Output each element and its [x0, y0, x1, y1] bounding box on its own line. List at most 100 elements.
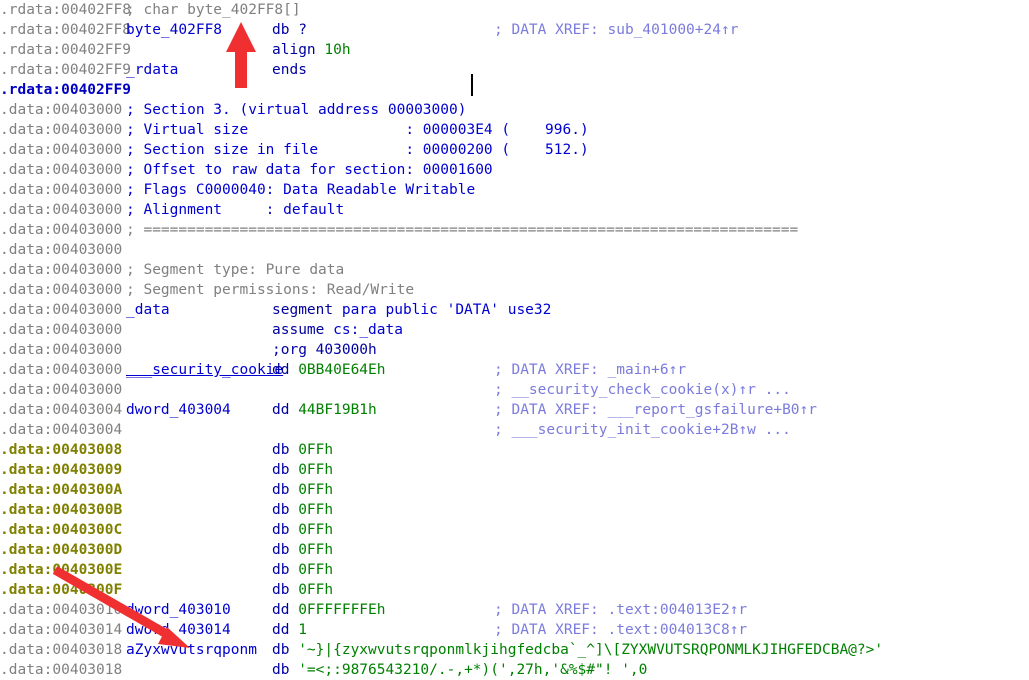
line-operand[interactable]: ?: [298, 22, 307, 38]
line-body: ; Flags C0000040: Data Readable Writable: [126, 180, 475, 200]
line-label[interactable]: ___security_cookie: [126, 360, 283, 380]
disassembly-line[interactable]: .data:0040300F db 0FFh: [0, 580, 1029, 600]
disassembly-line[interactable]: .data:0040300B db 0FFh: [0, 500, 1029, 520]
disassembly-line[interactable]: .data:00403010 dword_403010 dd 0FFFFFFFEh;…: [0, 600, 1029, 620]
disassembly-view[interactable]: .rdata:00402FF8; char byte_402FF8[] .rdat…: [0, 0, 1029, 680]
text-caret: [471, 74, 473, 96]
disassembly-line[interactable]: .data:00403004 ; ___security_init_cookie+…: [0, 420, 1029, 440]
disassembly-line[interactable]: .data:00403000 ___security_cookiedd 0BB40…: [0, 360, 1029, 380]
line-body: ; char byte_402FF8[]: [126, 0, 301, 20]
disassembly-line[interactable]: .rdata:00402FF8byte_402FF8 db ? ; DATA XRE…: [0, 20, 1029, 40]
line-operand[interactable]: 1: [298, 622, 307, 638]
line-operand[interactable]: para public 'DATA' use32: [342, 302, 552, 318]
line-xref-comment[interactable]: ; __security_check_cookie(x)↑r ...: [494, 380, 791, 400]
disassembly-line[interactable]: .data:00403000 ; __security_check_cookie(…: [0, 380, 1029, 400]
disassembly-line[interactable]: .data:0040300C db 0FFh: [0, 520, 1029, 540]
line-operand[interactable]: 0FFh: [298, 582, 333, 598]
line-xref-comment[interactable]: ; DATA XREF: sub_401000+24↑r: [494, 20, 738, 40]
line-operand[interactable]: cs:_data: [333, 322, 403, 338]
line-label[interactable]: byte_402FF8: [126, 20, 272, 40]
disassembly-line[interactable]: .rdata:00402FF8; char byte_402FF8[]: [0, 0, 1029, 20]
line-body: db 0FFh: [126, 500, 333, 520]
line-xref-comment[interactable]: ; DATA XREF: ___report_gsfailure+B0↑r: [494, 400, 817, 420]
line-operand[interactable]: 0FFh: [298, 522, 333, 538]
disassembly-line[interactable]: .data:00403018 aZyxwvutsrqponm db '~}|{zyx…: [0, 640, 1029, 660]
disassembly-line[interactable]: .rdata:00402FF9 align 10h: [0, 40, 1029, 60]
disassembly-line[interactable]: .data:00403000: [0, 240, 1029, 260]
line-body: assume cs:_data: [126, 320, 403, 340]
disassembly-line[interactable]: .data:00403000 assume cs:_data: [0, 320, 1029, 340]
disassembly-line[interactable]: .data:00403000; Section size in file : 0…: [0, 140, 1029, 160]
line-comment-text: ; Offset to raw data for section: 000016…: [126, 162, 493, 178]
disassembly-line-list[interactable]: .rdata:00402FF8; char byte_402FF8[] .rdat…: [0, 0, 1029, 680]
line-address: .data:00403000: [0, 242, 123, 258]
line-address: .data:00403004: [0, 402, 123, 418]
disassembly-line[interactable]: .data:00403000; ========================…: [0, 220, 1029, 240]
line-operand[interactable]: 0FFh: [298, 542, 333, 558]
disassembly-line[interactable]: .rdata:00402FF9_rdata ends: [0, 60, 1029, 80]
line-operand[interactable]: 0BB40E64Eh: [298, 362, 385, 378]
disassembly-line[interactable]: .data:0040300D db 0FFh: [0, 540, 1029, 560]
line-comment-text: ; Segment permissions: Read/Write: [126, 282, 415, 298]
line-address: .data:0040300E: [0, 562, 123, 578]
line-body: ;org 403000h: [126, 340, 377, 360]
disassembly-line[interactable]: .data:00403000 _data segment para public '…: [0, 300, 1029, 320]
line-body: dword_403010 dd 0FFFFFFFEh: [126, 600, 386, 620]
line-body: _data segment para public 'DATA' use32: [126, 300, 551, 320]
line-body: ___security_cookiedd 0BB40E64Eh: [126, 360, 386, 380]
line-operand[interactable]: 10h: [324, 42, 350, 58]
disassembly-line[interactable]: .data:00403004 dword_403004 dd 44BF19B1h ; …: [0, 400, 1029, 420]
line-operand[interactable]: 0FFh: [298, 502, 333, 518]
disassembly-line[interactable]: .rdata:00402FF9: [0, 80, 1029, 100]
line-address: .data:0040300C: [0, 522, 123, 538]
line-mnemonic: ;org 403000h: [272, 342, 377, 358]
line-label[interactable]: aZyxwvutsrqponm: [126, 640, 272, 660]
disassembly-line[interactable]: .data:00403014 dword_403014 dd 1 ; DATA XRE…: [0, 620, 1029, 640]
line-address: .data:0040300F: [0, 582, 123, 598]
line-address: .data:00403000: [0, 222, 123, 238]
line-xref-comment[interactable]: ; DATA XREF: .text:004013C8↑r: [494, 620, 747, 640]
line-address: .data:00403000: [0, 102, 123, 118]
line-label[interactable]: dword_403014: [126, 620, 272, 640]
line-address: .rdata:00402FF9: [0, 42, 131, 58]
disassembly-line[interactable]: .data:00403000 ;org 403000h: [0, 340, 1029, 360]
line-operand[interactable]: '=<;:9876543210/.-,+*)(',27h,'&%$#"! ',0: [298, 662, 647, 678]
line-body: ; Section 3. (virtual address 00003000): [126, 100, 466, 120]
disassembly-line[interactable]: .data:00403000; Offset to raw data for s…: [0, 160, 1029, 180]
disassembly-line[interactable]: .data:00403000; Virtual size : 000003E4 …: [0, 120, 1029, 140]
disassembly-line[interactable]: .data:00403000; Section 3. (virtual addr…: [0, 100, 1029, 120]
line-mnemonic: db: [272, 542, 290, 558]
line-label[interactable]: dword_403004: [126, 400, 272, 420]
line-operand[interactable]: 0FFh: [298, 482, 333, 498]
line-operand[interactable]: 0FFh: [298, 562, 333, 578]
line-address: .data:00403010: [0, 602, 123, 618]
line-mnemonic: db: [272, 662, 290, 678]
line-xref-comment[interactable]: ; DATA XREF: .text:004013E2↑r: [494, 600, 747, 620]
line-operand[interactable]: '~}|{zyxwvutsrqponmlkjihgfedcba`_^]\[ZYX…: [298, 642, 883, 658]
line-body: db 0FFh: [126, 440, 333, 460]
line-operand[interactable]: 0FFh: [298, 462, 333, 478]
disassembly-line[interactable]: .data:00403000; Alignment : default: [0, 200, 1029, 220]
disassembly-line[interactable]: .data:00403000; Flags C0000040: Data Rea…: [0, 180, 1029, 200]
line-operand[interactable]: 0FFFFFFFEh: [298, 602, 385, 618]
disassembly-line[interactable]: .data:00403000; Segment type: Pure data: [0, 260, 1029, 280]
line-body: align 10h: [126, 40, 351, 60]
disassembly-line[interactable]: .data:00403009 db 0FFh: [0, 460, 1029, 480]
disassembly-line[interactable]: .data:00403008 db 0FFh: [0, 440, 1029, 460]
line-xref-comment[interactable]: ; DATA XREF: _main+6↑r: [494, 360, 686, 380]
line-mnemonic: dd: [272, 602, 290, 618]
line-label[interactable]: dword_403010: [126, 600, 272, 620]
line-mnemonic: db: [272, 442, 290, 458]
disassembly-line[interactable]: .data:00403018 db '=<;:9876543210/.-,+*)(…: [0, 660, 1029, 680]
line-xref-comment[interactable]: ; ___security_init_cookie+2B↑w ...: [494, 420, 791, 440]
line-label[interactable]: _data: [126, 300, 272, 320]
line-label[interactable]: _rdata: [126, 60, 272, 80]
disassembly-line[interactable]: .data:0040300A db 0FFh: [0, 480, 1029, 500]
line-address: .data:00403000: [0, 362, 123, 378]
line-operand[interactable]: 0FFh: [298, 442, 333, 458]
line-mnemonic: align: [272, 42, 316, 58]
disassembly-line[interactable]: .data:00403000; Segment permissions: Rea…: [0, 280, 1029, 300]
disassembly-line[interactable]: .data:0040300E db 0FFh: [0, 560, 1029, 580]
line-operand[interactable]: 44BF19B1h: [298, 402, 377, 418]
line-comment-text: ; ======================================…: [126, 222, 799, 238]
